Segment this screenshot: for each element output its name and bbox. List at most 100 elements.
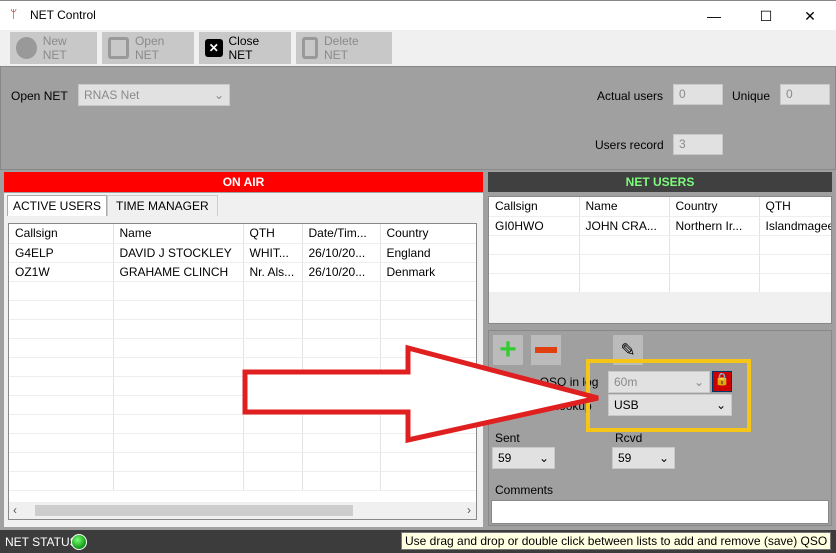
minimize-button[interactable]: — <box>694 5 734 27</box>
column-header[interactable]: Name <box>113 224 244 244</box>
comments-input[interactable] <box>491 500 829 524</box>
table-cell <box>9 376 114 396</box>
tab-time-manager[interactable]: TIME MANAGER <box>107 195 218 216</box>
column-header[interactable]: QTH <box>759 197 831 217</box>
table-row[interactable]: GI0HWO JOHN CRA... Northern Ir... Islandmag… <box>489 216 831 236</box>
delete-net-button[interactable]: Delete NET <box>296 32 392 64</box>
table-cell: OZ1W <box>9 262 114 282</box>
horizontal-scrollbar[interactable]: ‹ › <box>9 502 476 519</box>
empty-row <box>489 273 831 293</box>
column-header[interactable]: Date/Tim... <box>302 224 381 244</box>
open-net-select[interactable]: RNAS Net ⌄ <box>78 84 230 106</box>
table-cell <box>380 319 476 339</box>
table-cell <box>9 433 114 453</box>
table-cell <box>579 254 670 274</box>
table-cell <box>243 281 303 301</box>
help-tooltip: Use drag and drop or double click betwee… <box>401 532 832 550</box>
rcvd-label: Rcvd <box>615 431 643 445</box>
column-header[interactable]: Callsign <box>9 224 114 244</box>
table-cell <box>9 414 114 434</box>
header-row: Callsign Name QTH Date/Tim... Country <box>9 224 476 244</box>
maximize-button[interactable]: ☐ <box>746 5 786 27</box>
status-bar: NET STATUS Use drag and drop or double c… <box>0 530 836 553</box>
table-cell: Islandmagee <box>759 216 831 236</box>
unique-field[interactable]: 0 <box>780 84 830 105</box>
table-cell <box>113 338 244 358</box>
chevron-down-icon: ⌄ <box>213 88 224 102</box>
app-icon: ᛘ <box>10 7 18 21</box>
empty-row <box>9 300 476 320</box>
open-net-button[interactable]: Open NET <box>102 32 194 64</box>
table-cell <box>759 273 831 293</box>
chevron-down-icon: ⌄ <box>658 451 669 465</box>
table-row[interactable]: G4ELP DAVID J STOCKLEY WHIT... 26/10/20... E… <box>9 243 476 263</box>
delete-net-label: Delete NET <box>324 34 359 62</box>
table-cell: England <box>380 243 476 263</box>
table-cell <box>302 319 381 339</box>
table-cell <box>9 471 114 491</box>
table-cell <box>380 471 476 491</box>
rcvd-value: 59 <box>618 451 632 465</box>
table-cell <box>669 254 760 274</box>
column-header[interactable]: QTH <box>243 224 303 244</box>
table-cell <box>9 395 114 415</box>
table-cell: Nr. Als... <box>243 262 303 282</box>
table-cell <box>759 235 831 255</box>
table-cell <box>380 281 476 301</box>
table-cell: GRAHAME CLINCH <box>113 262 244 282</box>
trash-icon <box>302 37 318 59</box>
table-cell <box>380 452 476 472</box>
table-cell <box>302 300 381 320</box>
open-net-label: Open NET <box>134 34 165 62</box>
users-record-field[interactable]: 3 <box>673 134 723 155</box>
table-cell: GI0HWO <box>489 216 580 236</box>
new-net-label: New NET <box>42 34 67 62</box>
column-header[interactable]: Callsign <box>489 197 580 217</box>
actual-users-label: Actual users <box>597 89 664 103</box>
table-cell <box>489 235 580 255</box>
table-cell <box>243 300 303 320</box>
table-cell: DAVID J STOCKLEY <box>113 243 244 263</box>
scroll-left-icon[interactable]: ‹ <box>13 503 17 517</box>
table-cell <box>759 254 831 274</box>
table-cell <box>113 357 244 377</box>
table-cell <box>243 452 303 472</box>
empty-row <box>9 319 476 339</box>
table-cell: Denmark <box>380 262 476 282</box>
red-arrow-annotation <box>242 344 599 444</box>
window-title: NET Control <box>30 8 96 22</box>
table-cell: G4ELP <box>9 243 114 263</box>
scrollbar-thumb[interactable] <box>35 505 353 516</box>
rcvd-select[interactable]: 59 ⌄ <box>612 447 675 469</box>
sent-select[interactable]: 59 ⌄ <box>492 447 555 469</box>
tab-active-users[interactable]: ACTIVE USERS <box>7 195 108 216</box>
highlight-box <box>586 359 751 432</box>
net-users-list[interactable]: Callsign Name Country QTH GI0HWO JOHN CRA... N… <box>488 196 832 324</box>
table-row[interactable]: OZ1W GRAHAME CLINCH Nr. Als... 26/10/20... D… <box>9 262 476 282</box>
open-net-value: RNAS Net <box>84 88 140 102</box>
table-cell <box>113 395 244 415</box>
table-cell <box>243 319 303 339</box>
column-header[interactable]: Country <box>669 197 760 217</box>
status-led-icon <box>71 534 87 550</box>
table-cell <box>9 281 114 301</box>
close-window-button[interactable]: ✕ <box>790 5 830 27</box>
column-header[interactable]: Country <box>380 224 476 244</box>
scroll-right-icon[interactable]: › <box>467 503 471 517</box>
close-x-icon: ✕ <box>205 39 223 57</box>
table-cell <box>579 235 670 255</box>
table-cell <box>113 433 244 453</box>
new-net-button[interactable]: New NET <box>10 32 97 64</box>
table-cell <box>9 357 114 377</box>
column-header[interactable]: Name <box>579 197 670 217</box>
net-status-label: NET STATUS <box>5 535 78 549</box>
actual-users-field[interactable]: 0 <box>673 84 723 105</box>
users-record-label: Users record <box>595 138 664 152</box>
close-net-button[interactable]: ✕ Close NET <box>199 32 291 64</box>
open-net-field-label: Open NET <box>11 89 68 103</box>
table-cell <box>380 300 476 320</box>
new-badge-icon <box>16 37 37 59</box>
table-cell: Northern Ir... <box>669 216 760 236</box>
on-air-header: ON AIR <box>4 172 483 192</box>
empty-row <box>9 452 476 472</box>
